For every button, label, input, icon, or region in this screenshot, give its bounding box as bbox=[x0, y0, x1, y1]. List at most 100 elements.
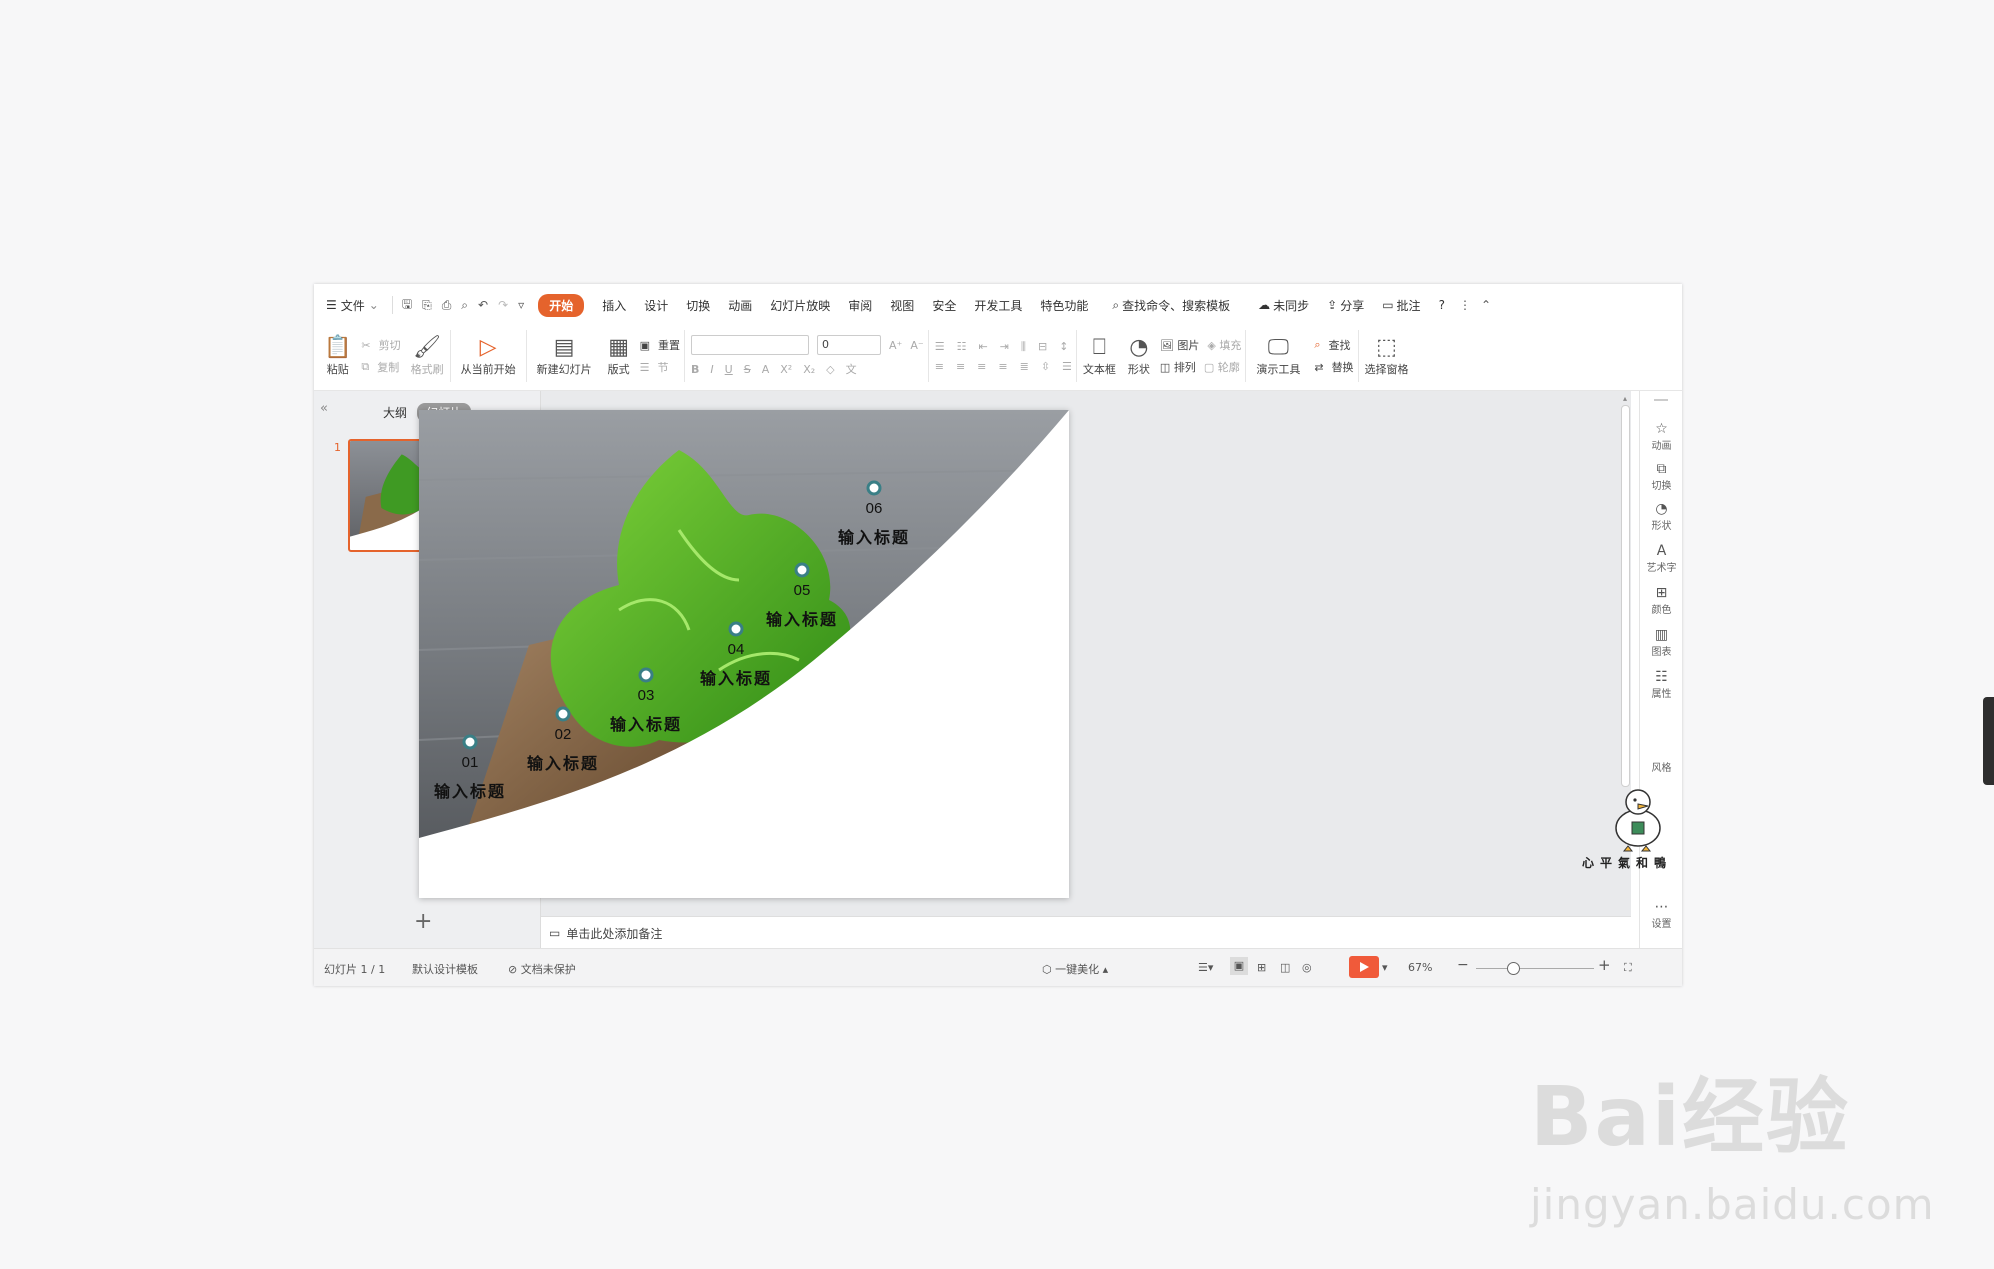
step-title[interactable]: 输入标题 bbox=[742, 606, 862, 630]
zoom-slider-handle[interactable] bbox=[1507, 962, 1520, 975]
right-color-button[interactable]: ⊞ 颜色 bbox=[1640, 585, 1682, 616]
tab-review[interactable]: 审阅 bbox=[839, 284, 881, 326]
outline-button[interactable]: ▢ 轮廓 bbox=[1204, 359, 1240, 375]
notes-area[interactable]: ▭ 单击此处添加备注 bbox=[541, 916, 1631, 949]
superscript-icon[interactable]: X² bbox=[780, 363, 792, 376]
more-icon[interactable]: ⋮ bbox=[1454, 284, 1476, 326]
new-slide-button[interactable]: ▤ 新建幻灯片 bbox=[527, 326, 602, 386]
comment-button[interactable]: ▭ 批注 bbox=[1373, 284, 1429, 326]
paragraph-spacing-icon[interactable]: ⇳ bbox=[1041, 360, 1050, 373]
cut-button[interactable]: ✂ 剪切 bbox=[361, 337, 400, 353]
step-title[interactable]: 输入标题 bbox=[814, 524, 934, 548]
file-menu[interactable]: ☰ 文件 ⌄ bbox=[314, 284, 388, 326]
redo-icon[interactable]: ↷ bbox=[493, 284, 513, 326]
textbox-button[interactable]: ⎕ 文本框 bbox=[1077, 326, 1122, 386]
font-family-dropdown[interactable] bbox=[691, 335, 810, 355]
undo-icon[interactable]: ↶ bbox=[473, 284, 493, 326]
arrange-button[interactable]: ◫ 排列 bbox=[1160, 359, 1196, 375]
shape-button[interactable]: ◔ 形状 bbox=[1122, 326, 1156, 386]
font-size-dropdown[interactable]: 0 bbox=[817, 335, 882, 355]
right-chart-button[interactable]: ▥ 图表 bbox=[1640, 627, 1682, 658]
columns-icon[interactable]: ☰ bbox=[1062, 360, 1072, 373]
underline-icon[interactable]: U bbox=[725, 363, 733, 376]
tab-outline[interactable]: 大纲 bbox=[383, 404, 407, 421]
right-settings-button[interactable]: ⋯ 设置 bbox=[1640, 899, 1682, 930]
increase-indent-icon[interactable]: ⇥ bbox=[1000, 340, 1009, 353]
print-icon[interactable]: ⎙ bbox=[437, 284, 457, 326]
sorter-view-icon[interactable]: ⊞ bbox=[1257, 961, 1266, 974]
line-spacing-icon[interactable]: ↕ bbox=[1059, 340, 1068, 353]
help-button[interactable]: ? bbox=[1430, 284, 1454, 326]
search-command[interactable]: ⌕ 查找命令、搜索模板 bbox=[1103, 284, 1239, 326]
notes-toggle-icon[interactable]: ☰▾ bbox=[1198, 961, 1213, 974]
presenter-view-icon[interactable]: ◎ bbox=[1302, 961, 1312, 974]
slide[interactable]: 01 输入标题 02 输入标题 03 输入标题 04 输入标题 05 输入标题 06 输入标题 bbox=[419, 410, 1069, 898]
right-properties-button[interactable]: ☷ 属性 bbox=[1640, 669, 1682, 700]
copy-button[interactable]: ⧉ 复制 bbox=[361, 359, 400, 375]
step-title[interactable]: 输入标题 bbox=[586, 711, 706, 735]
text-direction-icon[interactable]: ⫼ bbox=[1021, 340, 1026, 354]
align-right-icon[interactable]: ≡ bbox=[977, 360, 986, 373]
reset-button[interactable]: ▣ 重置 bbox=[640, 337, 680, 353]
find-button[interactable]: ⌕ 查找 bbox=[1314, 337, 1353, 353]
share-button[interactable]: ⇪ 分享 bbox=[1318, 284, 1373, 326]
doc-protection[interactable]: ⊘ 文档未保护 bbox=[508, 961, 576, 977]
collapse-ribbon-icon[interactable]: ⌃ bbox=[1476, 284, 1496, 326]
section-button[interactable]: ☰ 节 bbox=[640, 359, 680, 375]
clear-format-icon[interactable]: ◇ bbox=[826, 363, 834, 376]
layout-button[interactable]: ▦ 版式 bbox=[602, 326, 636, 386]
tab-design[interactable]: 设计 bbox=[635, 284, 677, 326]
sync-status[interactable]: ☁ 未同步 bbox=[1249, 284, 1318, 326]
strikethrough-icon[interactable]: S bbox=[744, 363, 751, 376]
tab-slideshow[interactable]: 幻灯片放映 bbox=[761, 284, 839, 326]
right-style-button[interactable]: 风格 bbox=[1640, 759, 1682, 774]
tab-transition[interactable]: 切换 bbox=[677, 284, 719, 326]
distribute-icon[interactable]: ≣ bbox=[1020, 360, 1029, 373]
tab-developer[interactable]: 开发工具 bbox=[965, 284, 1031, 326]
bold-icon[interactable]: B bbox=[691, 363, 699, 376]
step-title[interactable]: 输入标题 bbox=[503, 750, 623, 774]
right-animation-button[interactable]: ☆ 动画 bbox=[1640, 421, 1682, 452]
tab-animation[interactable]: 动画 bbox=[719, 284, 761, 326]
align-text-icon[interactable]: ⊟ bbox=[1038, 340, 1047, 353]
replace-button[interactable]: ⇄ 替换 bbox=[1314, 359, 1353, 375]
align-center-icon[interactable]: ≡ bbox=[956, 360, 965, 373]
tab-security[interactable]: 安全 bbox=[923, 284, 965, 326]
present-tools-button[interactable]: 🖵 演示工具 bbox=[1246, 326, 1310, 386]
bullet-list-icon[interactable]: ☰ bbox=[935, 340, 945, 353]
beautify-button[interactable]: ⬡ 一键美化 ▴ bbox=[1042, 961, 1108, 977]
justify-icon[interactable]: ≡ bbox=[998, 360, 1007, 373]
step-title[interactable]: 输入标题 bbox=[676, 665, 796, 689]
fit-window-icon[interactable]: ⛶ bbox=[1624, 961, 1632, 975]
tab-home[interactable]: 开始 bbox=[529, 284, 593, 326]
tab-insert[interactable]: 插入 bbox=[593, 284, 635, 326]
reading-view-icon[interactable]: ◫ bbox=[1280, 961, 1290, 974]
zoom-level[interactable]: 67% bbox=[1408, 961, 1432, 974]
customize-icon[interactable]: ▿ bbox=[513, 284, 529, 326]
italic-icon[interactable]: I bbox=[710, 363, 713, 376]
right-wordart-button[interactable]: A 艺术字 bbox=[1640, 543, 1682, 574]
tab-view[interactable]: 视图 bbox=[881, 284, 923, 326]
fill-button[interactable]: ◈ 填充 bbox=[1207, 337, 1241, 353]
zoom-out-icon[interactable]: − bbox=[1457, 957, 1469, 973]
numbered-list-icon[interactable]: ☷ bbox=[957, 340, 967, 353]
step-title[interactable]: 输入标题 bbox=[410, 778, 530, 802]
save-icon[interactable]: 🖫 bbox=[397, 284, 417, 326]
zoom-in-icon[interactable]: + bbox=[1598, 956, 1611, 974]
play-slideshow-button[interactable] bbox=[1349, 956, 1379, 978]
scroll-thumb[interactable] bbox=[1621, 405, 1630, 787]
pinyin-icon[interactable]: 文 bbox=[846, 361, 857, 377]
right-shape-button[interactable]: ◔ 形状 bbox=[1640, 501, 1682, 532]
subscript-icon[interactable]: X₂ bbox=[803, 363, 815, 376]
right-transition-button[interactable]: ⧉ 切换 bbox=[1640, 461, 1682, 492]
print-preview-icon[interactable]: ⌕ bbox=[456, 284, 473, 326]
align-left-icon[interactable]: ≡ bbox=[935, 360, 944, 373]
zoom-slider[interactable] bbox=[1476, 968, 1594, 969]
scroll-up-icon[interactable]: ▴ bbox=[1621, 394, 1629, 403]
add-slide-icon[interactable]: + bbox=[414, 909, 432, 934]
select-pane-button[interactable]: ⬚ 选择窗格 bbox=[1359, 326, 1415, 386]
export-icon[interactable]: ⎘ bbox=[417, 284, 437, 326]
decrease-indent-icon[interactable]: ⇤ bbox=[978, 340, 987, 353]
paste-button[interactable]: 📋 粘贴 bbox=[314, 326, 357, 386]
picture-button[interactable]: 🖼 图片 bbox=[1160, 337, 1199, 353]
